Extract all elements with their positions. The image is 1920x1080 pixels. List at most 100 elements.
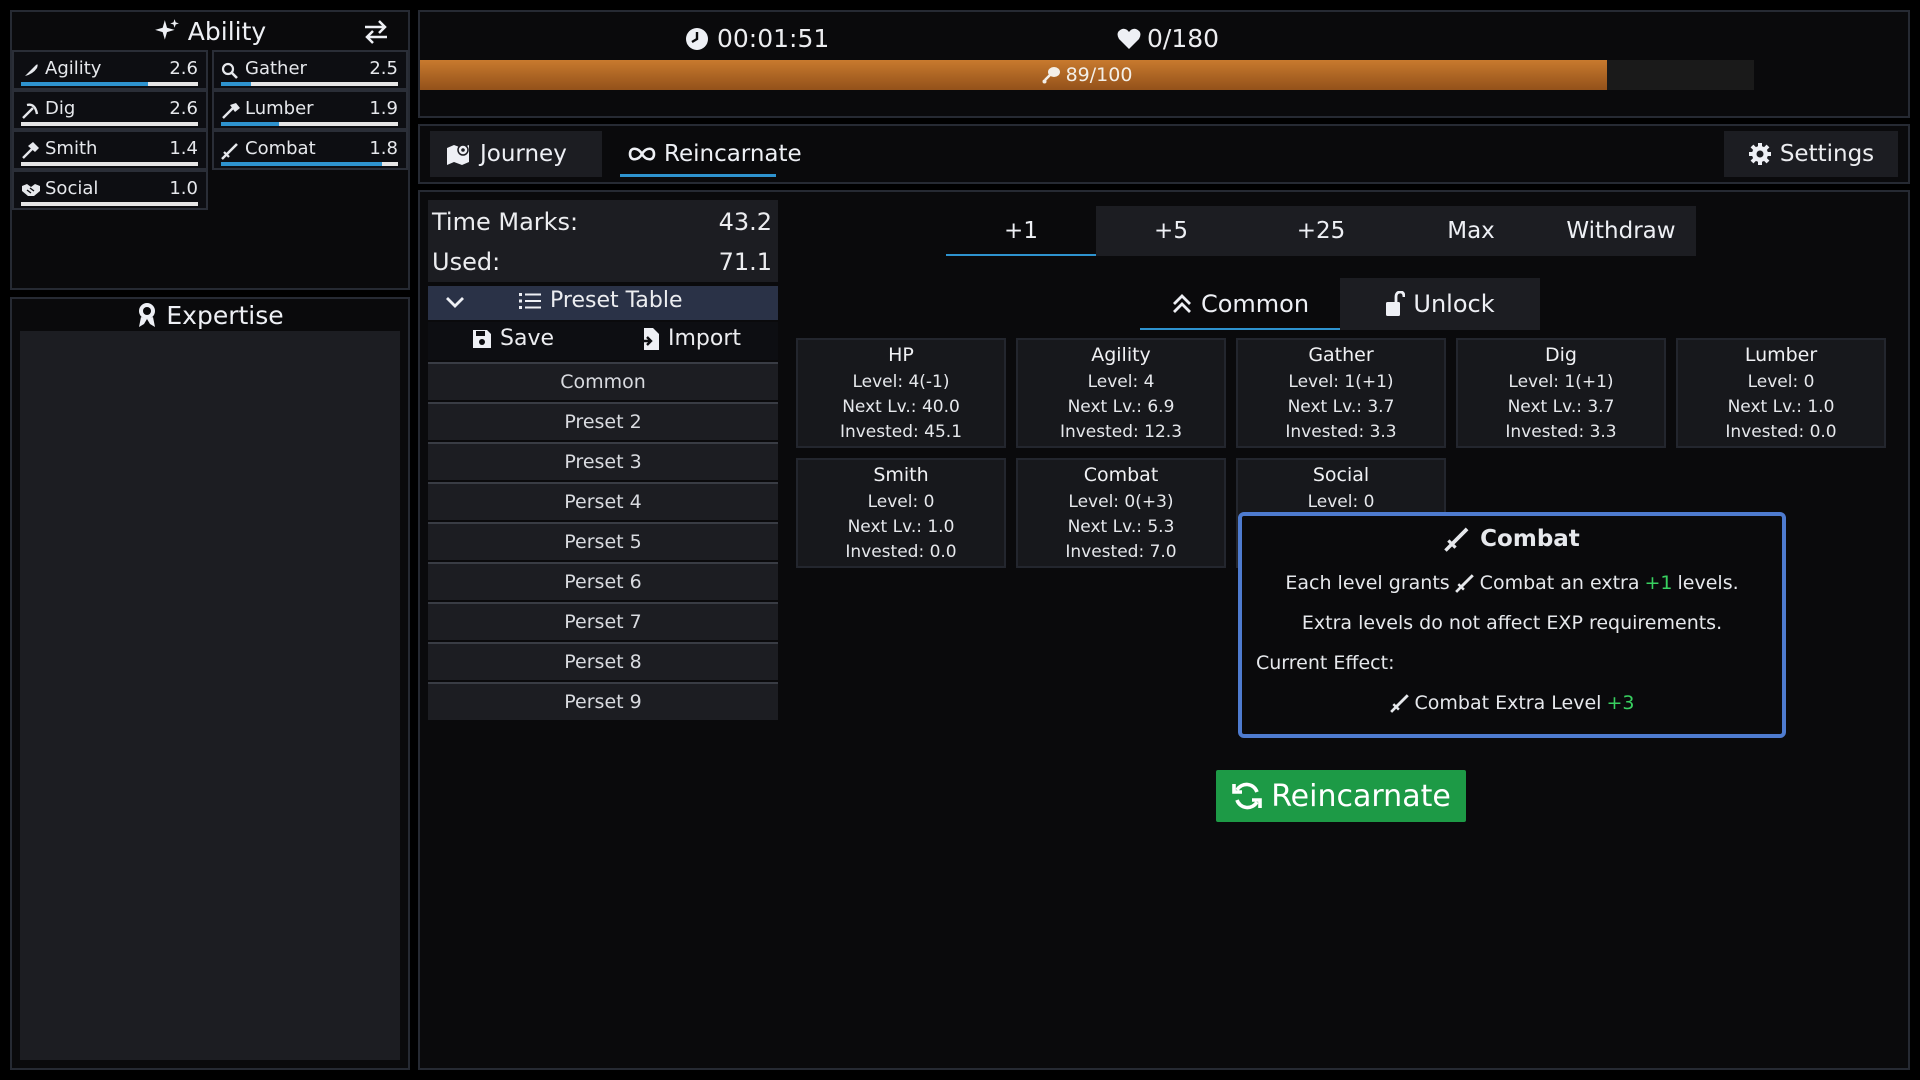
- heart-icon: [1117, 28, 1141, 50]
- ability-progress: [21, 122, 198, 126]
- stamina-value: 89/100: [1065, 64, 1133, 86]
- stat-card-combat[interactable]: Combat Level: 0(+3) Next Lv.: 5.3 Invest…: [1016, 458, 1226, 568]
- preset-item[interactable]: Common: [428, 362, 778, 400]
- withdraw-button[interactable]: Withdraw: [1546, 206, 1696, 256]
- hp-value: 0/180: [1147, 24, 1220, 53]
- stat-card-hp[interactable]: HP Level: 4(-1) Next Lv.: 40.0 Invested:…: [796, 338, 1006, 448]
- preset-item[interactable]: Preset 2: [428, 402, 778, 440]
- clock-icon: [685, 27, 709, 51]
- tooltip-text: Each level grants: [1285, 572, 1450, 594]
- preset-item[interactable]: Perset 8: [428, 642, 778, 680]
- stat-next-level: Next Lv.: 5.3: [1067, 517, 1175, 537]
- ability-value: 2.5: [369, 58, 398, 79]
- ability-combat[interactable]: Combat 1.8: [212, 130, 408, 170]
- stat-card-smith[interactable]: Smith Level: 0 Next Lv.: 1.0 Invested: 0…: [796, 458, 1006, 568]
- award-icon: [136, 302, 158, 328]
- reincarnate-content: Time Marks: 43.2 Used: 71.1 Preset Table…: [418, 190, 1910, 1070]
- stat-next-level: Next Lv.: 1.0: [847, 517, 955, 537]
- expertise-list[interactable]: [20, 331, 400, 1060]
- stat-invested: Invested: 12.3: [1059, 422, 1183, 442]
- increment-plus-1[interactable]: +1: [946, 206, 1096, 256]
- stat-invested: Invested: 7.0: [1065, 542, 1177, 562]
- time-marks-box: Time Marks: 43.2 Used: 71.1: [428, 200, 778, 282]
- stat-name: Social: [1312, 464, 1370, 486]
- ability-lumber[interactable]: Lumber 1.9: [212, 90, 408, 130]
- tab-common[interactable]: Common: [1140, 278, 1340, 330]
- stat-level: Level: 4(-1): [852, 372, 950, 392]
- tooltip-line-1: Each level grants Combat an extra +1 lev…: [1242, 572, 1782, 594]
- stat-card-agility[interactable]: Agility Level: 4 Next Lv.: 6.9 Invested:…: [1016, 338, 1226, 448]
- map-icon: [446, 142, 472, 166]
- stat-card-dig[interactable]: Dig Level: 1(+1) Next Lv.: 3.7 Invested:…: [1456, 338, 1666, 448]
- stat-level: Level: 0: [1747, 372, 1815, 392]
- stat-name: Lumber: [1744, 344, 1818, 366]
- ability-name: Gather: [245, 58, 307, 79]
- stat-level: Level: 4: [1087, 372, 1155, 392]
- preset-item[interactable]: Perset 6: [428, 562, 778, 600]
- stat-name: HP: [888, 344, 914, 366]
- ability-value: 2.6: [169, 58, 198, 79]
- increment-selector: +1 +5 +25 Max Withdraw: [946, 206, 1696, 256]
- sword-icon: [1444, 526, 1470, 552]
- hp-readout: 0/180: [1117, 24, 1219, 53]
- ability-panel: Ability Agility 2.6 Gather 2.5 Dig 2.6 L…: [10, 10, 410, 290]
- import-button[interactable]: Import: [640, 326, 741, 351]
- combat-tooltip: Combat Each level grants Combat an extra…: [1238, 512, 1786, 738]
- stat-name: Combat: [1083, 464, 1159, 486]
- reincarnate-button[interactable]: Reincarnate: [1216, 770, 1466, 822]
- category-tabs: Common Unlock: [1140, 278, 1540, 330]
- settings-label: Settings: [1779, 141, 1875, 167]
- ability-progress-fill: [221, 82, 252, 86]
- ability-gather[interactable]: Gather 2.5: [212, 50, 408, 90]
- ability-value: 1.0: [169, 178, 198, 199]
- stat-invested: Invested: 0.0: [845, 542, 957, 562]
- tab-unlock-label: Unlock: [1413, 290, 1495, 318]
- axe-icon: [221, 102, 241, 120]
- increment-max[interactable]: Max: [1396, 206, 1546, 256]
- ability-progress: [221, 82, 398, 86]
- tab-journey-label: Journey: [480, 141, 567, 167]
- increment-plus-5[interactable]: +5: [1096, 206, 1246, 256]
- preset-item[interactable]: Perset 9: [428, 682, 778, 720]
- ability-progress: [21, 202, 198, 206]
- magnifier-icon: [221, 62, 239, 80]
- stamina-label: 89/100: [420, 60, 1754, 90]
- used-marks-row: Used: 71.1: [432, 244, 772, 280]
- stat-card-gather[interactable]: Gather Level: 1(+1) Next Lv.: 3.7 Invest…: [1236, 338, 1446, 448]
- ability-name: Smith: [45, 138, 98, 159]
- refresh-icon: [1231, 780, 1263, 812]
- main-tabs: Journey Reincarnate Settings: [418, 124, 1910, 184]
- ability-dig[interactable]: Dig 2.6: [12, 90, 208, 130]
- tab-reincarnate[interactable]: Reincarnate: [612, 131, 802, 177]
- preset-item[interactable]: Perset 4: [428, 482, 778, 520]
- preset-item[interactable]: Perset 5: [428, 522, 778, 560]
- settings-button[interactable]: Settings: [1724, 131, 1898, 177]
- tab-reincarnate-label: Reincarnate: [664, 141, 802, 167]
- double-chevron-up-icon: [1171, 293, 1193, 315]
- timer-value: 00:01:51: [717, 24, 830, 53]
- ability-value: 2.6: [169, 98, 198, 119]
- tooltip-text: levels.: [1677, 572, 1739, 594]
- sword-icon: [1454, 573, 1475, 593]
- stat-next-level: Next Lv.: 1.0: [1727, 397, 1835, 417]
- ability-progress-fill: [21, 82, 149, 86]
- preset-table-header[interactable]: Preset Table: [428, 286, 778, 320]
- preset-item[interactable]: Perset 7: [428, 602, 778, 640]
- ability-agility[interactable]: Agility 2.6: [12, 50, 208, 90]
- preset-item[interactable]: Preset 3: [428, 442, 778, 480]
- chevron-down-icon[interactable]: [444, 294, 466, 310]
- pickaxe-icon: [21, 102, 39, 120]
- tab-journey[interactable]: Journey: [430, 131, 602, 177]
- ability-name: Lumber: [245, 98, 314, 119]
- swap-icon[interactable]: [362, 19, 390, 45]
- ability-social[interactable]: Social 1.0: [12, 170, 208, 210]
- handshake-icon: [21, 182, 41, 198]
- tooltip-effect-value: +3: [1606, 692, 1635, 714]
- tab-unlock[interactable]: Unlock: [1340, 278, 1540, 330]
- ability-smith[interactable]: Smith 1.4: [12, 130, 208, 170]
- save-button[interactable]: Save: [472, 326, 554, 351]
- timer: 00:01:51: [685, 24, 829, 53]
- stat-card-lumber[interactable]: Lumber Level: 0 Next Lv.: 1.0 Invested: …: [1676, 338, 1886, 448]
- increment-plus-25[interactable]: +25: [1246, 206, 1396, 256]
- ability-progress-fill: [221, 122, 280, 126]
